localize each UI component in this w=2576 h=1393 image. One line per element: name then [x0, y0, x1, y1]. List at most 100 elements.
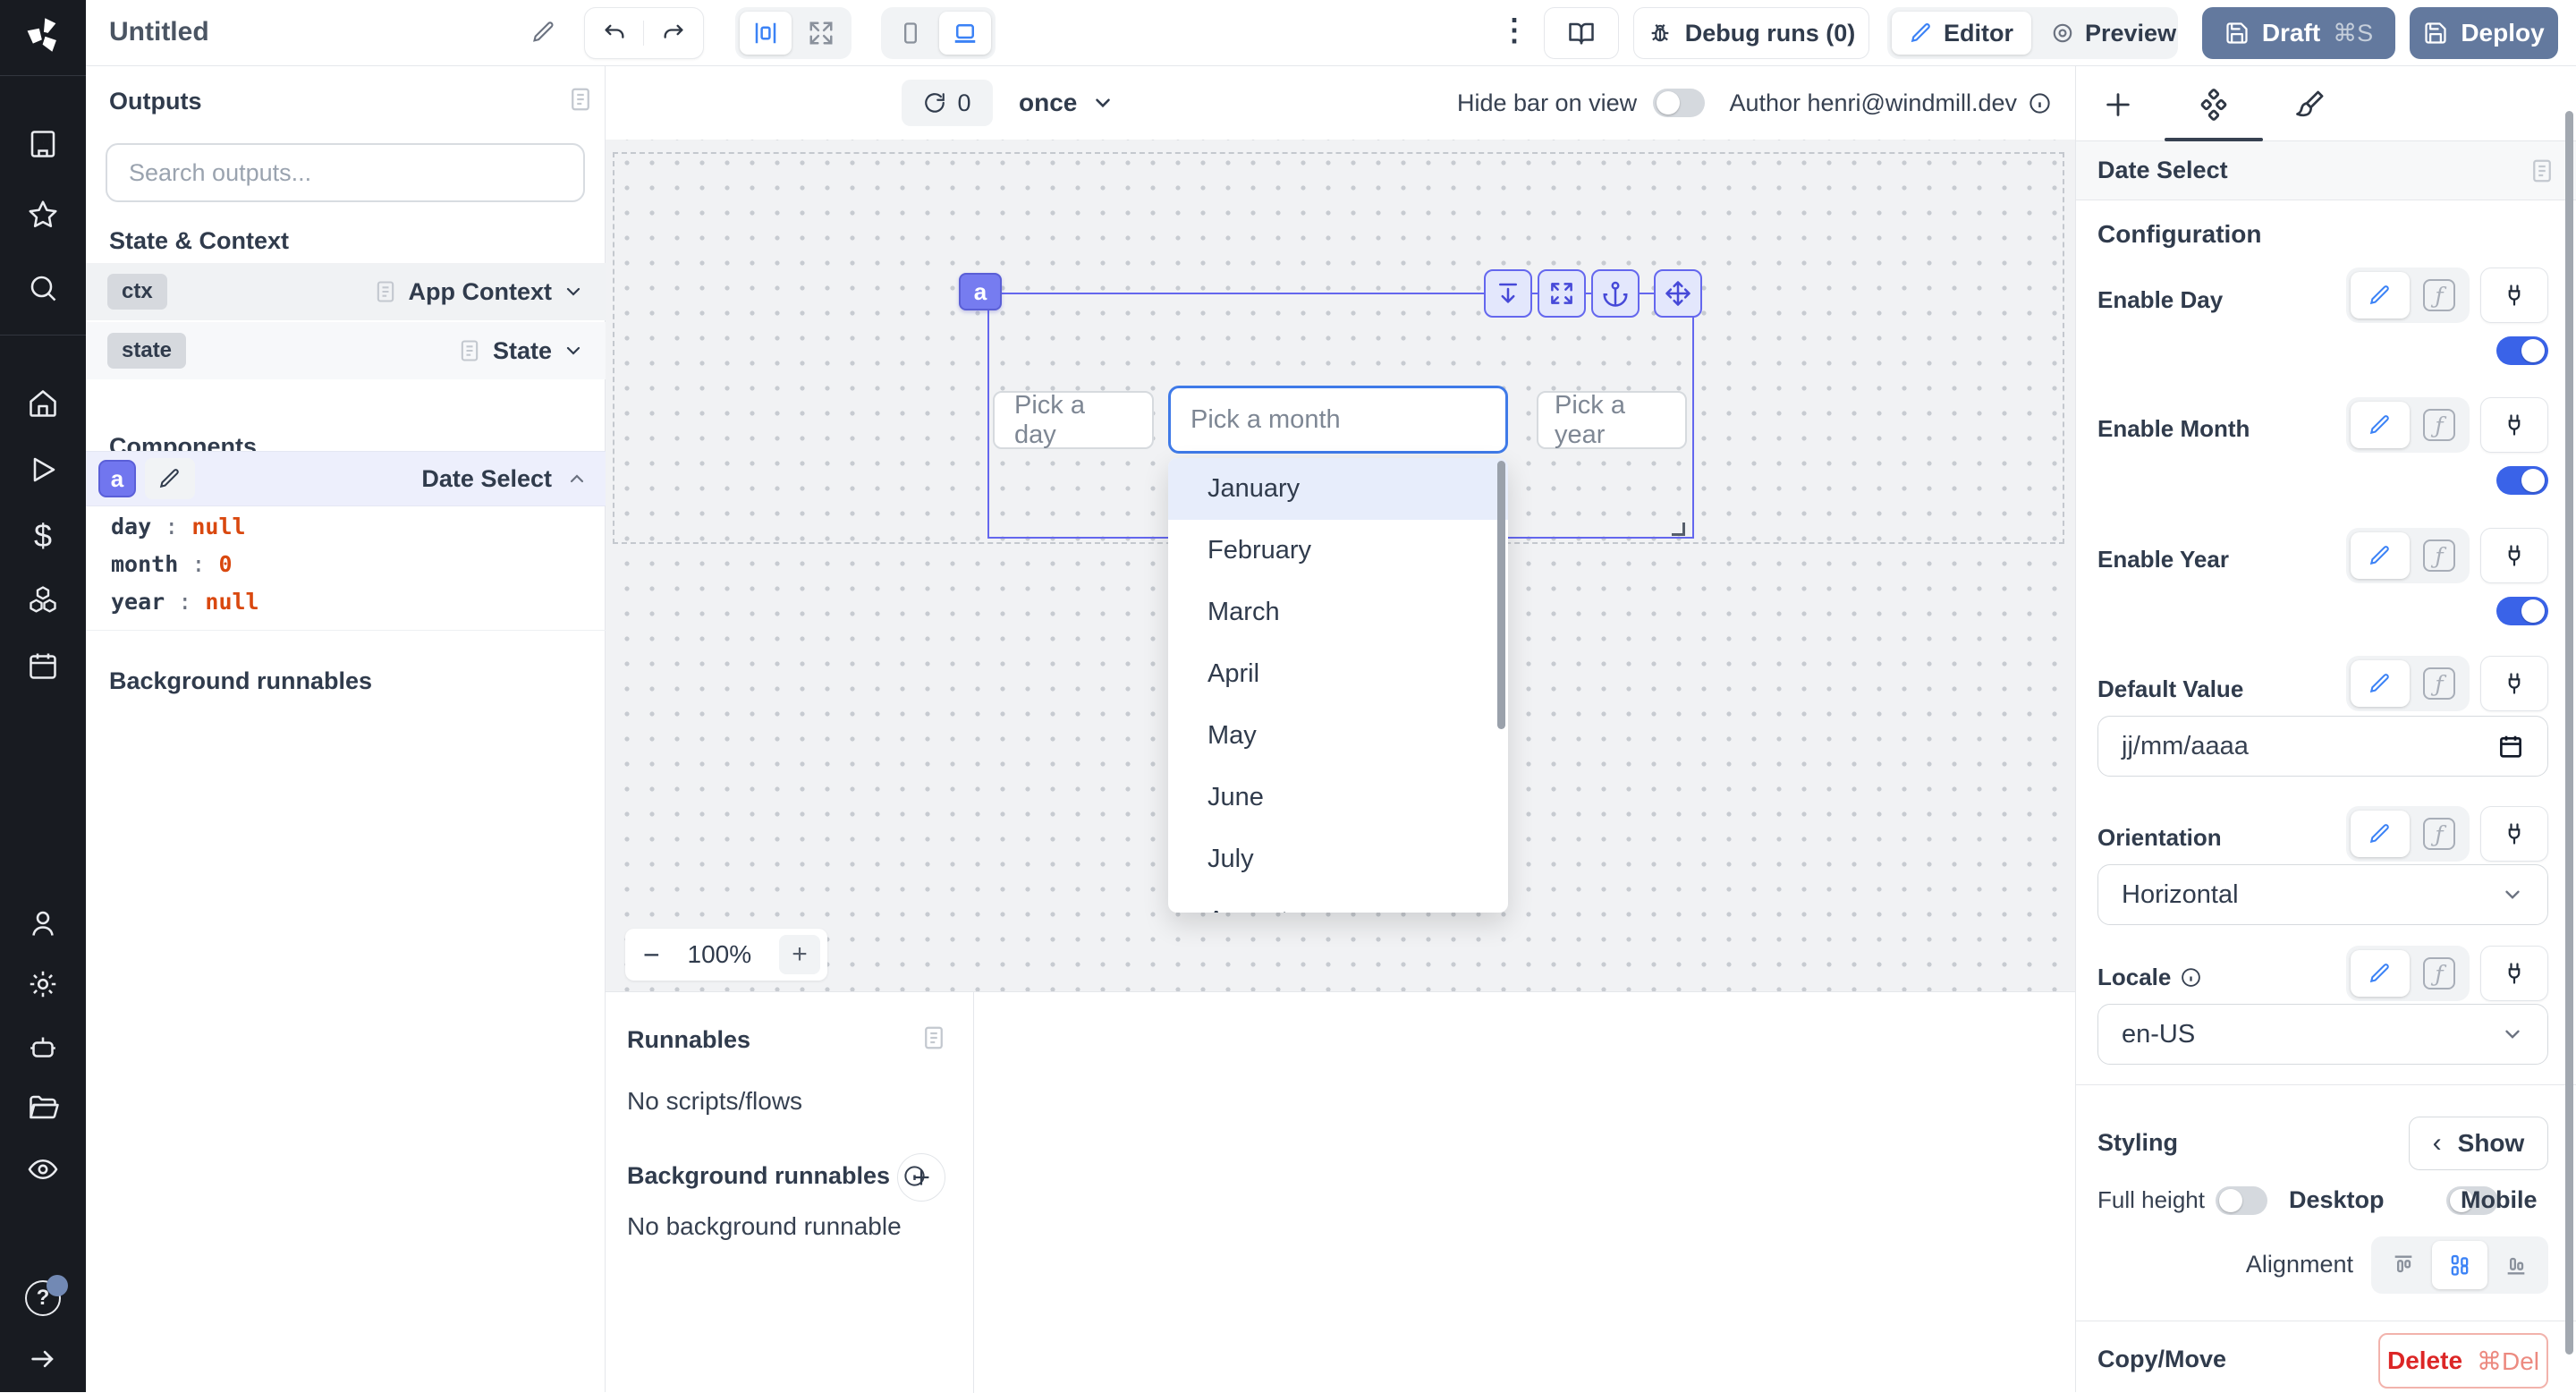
expand-rail-arrow-icon[interactable]: [28, 1344, 58, 1374]
draft-button[interactable]: Draft ⌘S: [2202, 7, 2395, 59]
function-mode-button[interactable]: ƒ: [2413, 811, 2465, 857]
resources-boxes-icon[interactable]: [27, 583, 59, 616]
user-icon[interactable]: [27, 907, 59, 939]
align-center-button[interactable]: [2432, 1241, 2487, 1289]
month-option[interactable]: August: [1168, 890, 1508, 913]
schedule-dropdown[interactable]: once: [1019, 66, 1114, 140]
component-badge[interactable]: a: [959, 273, 1002, 310]
app-canvas[interactable]: a Pick a day Pick a month Pick a year Ja…: [606, 140, 2075, 991]
editor-tab[interactable]: Editor: [1892, 12, 2031, 55]
docs-book-button[interactable]: [1544, 7, 1619, 59]
month-option[interactable]: May: [1168, 705, 1508, 767]
folders-icon[interactable]: [27, 1091, 59, 1124]
add-background-runnable-button[interactable]: [897, 1153, 945, 1202]
month-option[interactable]: January: [1168, 458, 1508, 520]
variables-dollar-icon[interactable]: $: [34, 517, 52, 555]
workspace-building-icon[interactable]: [27, 128, 59, 160]
month-option[interactable]: July: [1168, 828, 1508, 890]
ctx-row[interactable]: ctx App Context: [86, 263, 606, 320]
static-mode-pencil-button[interactable]: [2351, 811, 2410, 857]
connect-plug-button[interactable]: [2480, 946, 2548, 1001]
search-outputs-input[interactable]: Search outputs...: [106, 143, 585, 202]
insert-component-tab[interactable]: [2103, 89, 2133, 120]
connect-plug-button[interactable]: [2480, 397, 2548, 453]
info-icon[interactable]: [2180, 966, 2202, 989]
static-mode-pencil-button[interactable]: [2351, 272, 2410, 319]
zoom-out-button[interactable]: −: [643, 939, 660, 972]
full-width-layout-button[interactable]: [795, 12, 847, 55]
static-mode-pencil-button[interactable]: [2351, 532, 2410, 579]
kebab-menu-icon[interactable]: ⋮: [1499, 13, 1530, 48]
favorites-star-icon[interactable]: [27, 199, 59, 231]
month-option[interactable]: June: [1168, 767, 1508, 828]
function-mode-button[interactable]: ƒ: [2413, 950, 2465, 997]
delete-component-button[interactable]: Delete ⌘Del: [2378, 1333, 2548, 1389]
show-styling-button[interactable]: ‹ Show: [2409, 1117, 2548, 1170]
component-list-item[interactable]: a Date Select: [86, 451, 606, 506]
function-mode-button[interactable]: ƒ: [2413, 402, 2465, 448]
runs-play-icon[interactable]: [27, 454, 59, 486]
day-select-input[interactable]: Pick a day: [993, 391, 1154, 449]
home-icon[interactable]: [27, 387, 59, 420]
month-select-input[interactable]: Pick a month: [1168, 386, 1508, 454]
function-mode-button[interactable]: ƒ: [2413, 660, 2465, 707]
app-title[interactable]: Untitled: [109, 17, 209, 47]
settings-doc-icon[interactable]: [2529, 157, 2555, 184]
static-mode-pencil-button[interactable]: [2351, 660, 2410, 707]
full-height-toggle[interactable]: [2216, 1186, 2267, 1215]
panel-scrollbar[interactable]: [2565, 111, 2573, 1355]
info-icon[interactable]: [2028, 91, 2052, 115]
connect-plug-button[interactable]: [2480, 656, 2548, 711]
search-icon[interactable]: [27, 272, 59, 304]
align-bottom-button[interactable]: [2489, 1241, 2544, 1289]
audit-eye-icon[interactable]: [27, 1153, 59, 1185]
orientation-select[interactable]: Horizontal: [2097, 864, 2548, 925]
year-select-input[interactable]: Pick a year: [1537, 391, 1687, 449]
dropdown-scrollbar[interactable]: [1497, 461, 1505, 729]
enable-year-toggle[interactable]: [2496, 597, 2548, 625]
align-top-button[interactable]: [2376, 1241, 2430, 1289]
desktop-view-button[interactable]: [939, 12, 991, 55]
preview-tab[interactable]: Preview: [2035, 12, 2192, 55]
connect-plug-button[interactable]: [2480, 528, 2548, 583]
settings-gear-icon[interactable]: [27, 968, 59, 1000]
refresh-button[interactable]: 0: [902, 80, 993, 126]
default-value-date-input[interactable]: jj/mm/aaaa: [2097, 716, 2548, 777]
styling-tab[interactable]: [2293, 89, 2326, 121]
anchor-icon[interactable]: [1591, 269, 1640, 318]
enable-day-toggle[interactable]: [2496, 336, 2548, 365]
edit-title-pencil-icon[interactable]: [531, 20, 556, 45]
rename-component-pencil-icon[interactable]: [145, 458, 195, 499]
debug-runs-button[interactable]: Debug runs (0): [1633, 7, 1869, 59]
runnables-doc-icon[interactable]: [920, 1024, 947, 1051]
arrow-down-to-line-icon[interactable]: [1484, 269, 1532, 318]
undo-button[interactable]: [585, 21, 644, 46]
chevron-down-icon[interactable]: [563, 281, 584, 302]
redo-button[interactable]: [644, 21, 703, 46]
deploy-button[interactable]: Deploy: [2410, 7, 2558, 59]
schedules-calendar-icon[interactable]: [27, 650, 59, 682]
chevron-down-icon[interactable]: [563, 340, 584, 361]
expand-icon[interactable]: [1538, 269, 1586, 318]
static-mode-pencil-button[interactable]: [2351, 402, 2410, 448]
outputs-doc-icon[interactable]: [567, 86, 594, 113]
hide-bar-toggle[interactable]: [1653, 89, 1705, 117]
locale-select[interactable]: en-US: [2097, 1004, 2548, 1065]
chevron-up-icon[interactable]: [566, 468, 588, 489]
month-option[interactable]: April: [1168, 643, 1508, 705]
workers-robot-icon[interactable]: [27, 1031, 59, 1063]
function-mode-button[interactable]: ƒ: [2413, 532, 2465, 579]
enable-month-toggle[interactable]: [2496, 466, 2548, 495]
month-option[interactable]: March: [1168, 582, 1508, 643]
move-icon[interactable]: [1654, 269, 1702, 318]
month-option[interactable]: February: [1168, 520, 1508, 582]
function-mode-button[interactable]: ƒ: [2413, 272, 2465, 319]
align-center-layout-button[interactable]: [740, 12, 792, 55]
windmill-logo-icon[interactable]: [22, 14, 64, 55]
static-mode-pencil-button[interactable]: [2351, 950, 2410, 997]
resize-handle[interactable]: [1672, 522, 1685, 536]
connect-plug-button[interactable]: [2480, 806, 2548, 862]
zoom-in-button[interactable]: +: [779, 935, 820, 974]
help-icon[interactable]: ?: [25, 1280, 61, 1316]
state-row[interactable]: state State: [86, 322, 606, 379]
